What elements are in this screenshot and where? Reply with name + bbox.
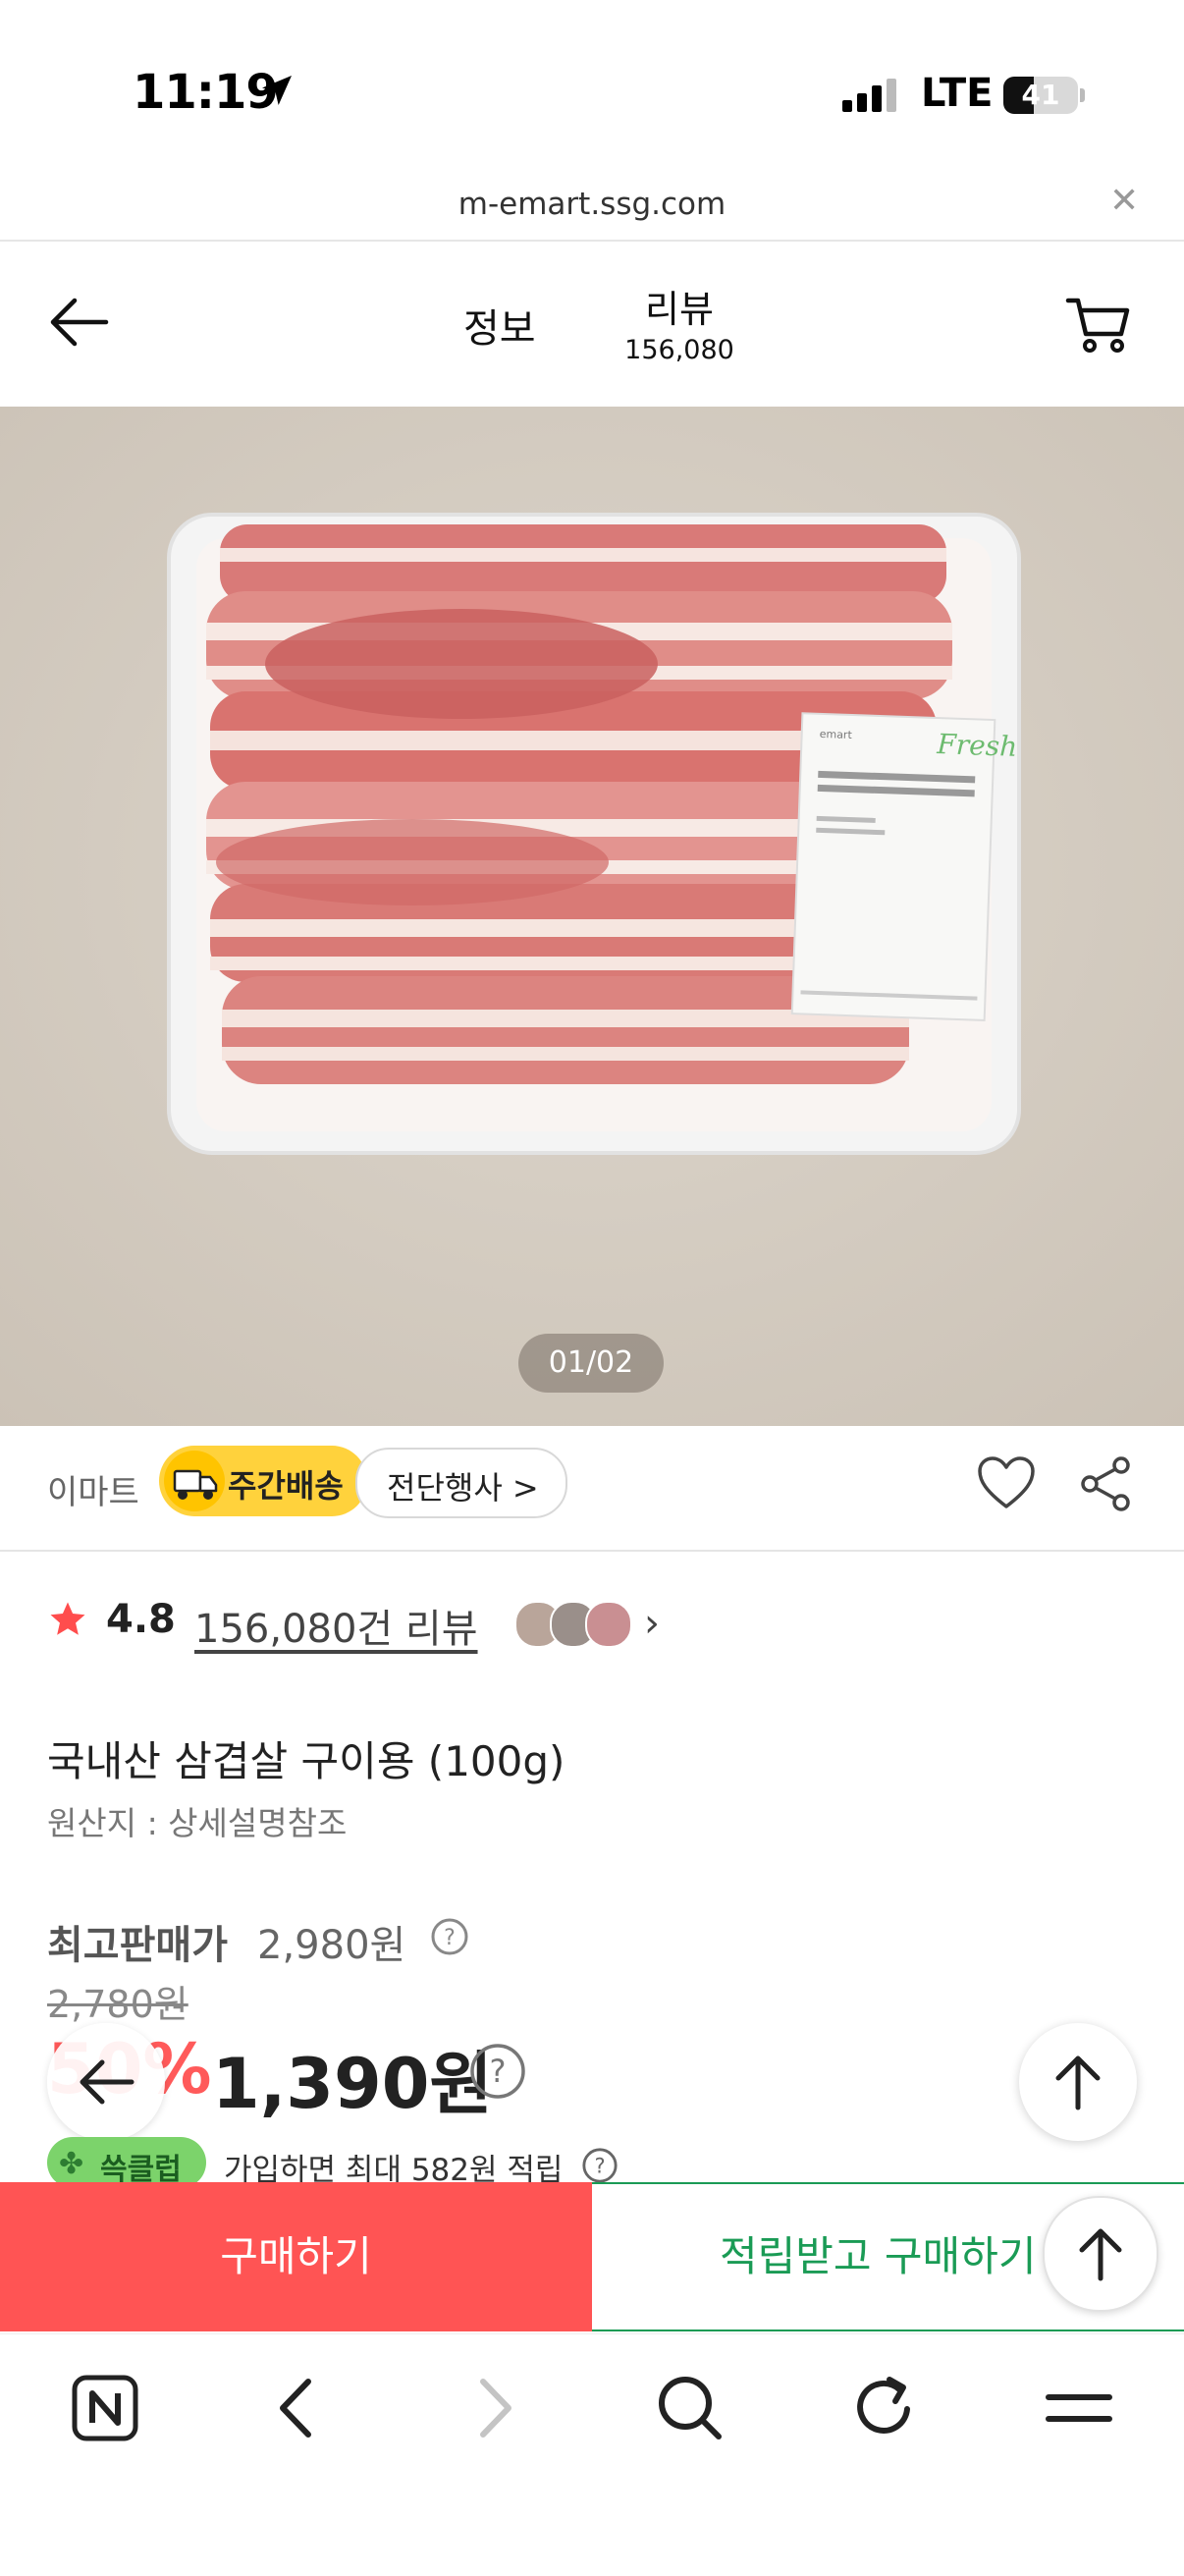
chevron-right-icon[interactable]: › <box>644 1601 660 1646</box>
sale-price: 1,390원 <box>212 2044 493 2124</box>
star-icon <box>47 1599 88 1644</box>
app-header: 정보 리뷰 156,080 <box>0 242 1184 407</box>
ssg-club-badge[interactable]: ✤ 쓱클럽 <box>47 2137 206 2188</box>
tab-review-count: 156,080 <box>624 335 734 365</box>
battery-icon: 41 <box>1003 77 1078 114</box>
purchase-bar: 구매하기 적립받고 구매하기 <box>0 2182 1184 2331</box>
url-bar[interactable]: m-emart.ssg.com ✕ <box>0 175 1184 242</box>
tab-review-label: 리뷰 <box>645 288 714 331</box>
product-origin: 원산지 : 상세설명참조 <box>47 1804 348 1842</box>
help-icon[interactable]: ? <box>430 1917 469 1960</box>
clover-icon: ✤ <box>59 2147 84 2181</box>
flyer-event-link[interactable]: 전단행사 > <box>355 1448 567 1518</box>
max-price-label: 최고판매가 <box>47 1923 228 1968</box>
scroll-top-button[interactable] <box>1019 2023 1137 2141</box>
status-time: 11:19 <box>133 65 279 120</box>
help-icon[interactable]: ? <box>469 2043 526 2104</box>
battery-cap <box>1080 88 1085 102</box>
seller-name[interactable]: 이마트 <box>47 1465 139 1513</box>
svg-text:?: ? <box>594 2155 605 2178</box>
cellular-signal-icon <box>842 79 901 116</box>
delivery-truck-icon <box>163 1450 226 1516</box>
rating-row: 4.8 156,080건 리뷰 › <box>47 1593 1029 1652</box>
pork-belly-photo: emart Fresh <box>0 407 1184 1426</box>
review-count-link[interactable]: 156,080건 리뷰 <box>194 1597 478 1654</box>
product-name: 국내산 삼겹살 구이용 (100g) <box>47 1737 565 1785</box>
cart-icon[interactable] <box>1064 293 1133 359</box>
flyer-event-label: 전단행사 > <box>387 1469 539 1507</box>
earn-and-buy-label: 적립받고 구매하기 <box>720 2232 1037 2280</box>
reviewer-avatar[interactable] <box>585 1601 632 1648</box>
tab-info[interactable]: 정보 <box>463 297 536 354</box>
browser-toolbar <box>0 2333 1184 2576</box>
chevron-right-icon[interactable] <box>469 2374 518 2446</box>
tab-review[interactable]: 리뷰 156,080 <box>619 279 740 365</box>
close-icon[interactable]: ✕ <box>1109 181 1139 221</box>
search-icon[interactable] <box>656 2374 725 2446</box>
svg-text:emart: emart <box>819 728 852 741</box>
floating-back-button[interactable] <box>47 2023 165 2141</box>
naver-home-icon[interactable] <box>71 2374 139 2446</box>
battery-level: 41 <box>1021 79 1060 111</box>
scroll-top-button[interactable] <box>1043 2196 1158 2312</box>
location-arrow-icon <box>257 71 296 114</box>
svg-text:?: ? <box>444 1926 456 1950</box>
svg-text:Fresh: Fresh <box>936 728 1018 763</box>
buy-button[interactable]: 구매하기 <box>0 2182 592 2331</box>
max-price-value: 2,980원 <box>257 1923 406 1968</box>
chevron-left-icon[interactable] <box>273 2374 322 2446</box>
seller-row: 이마트 주간배송 전단행사 > <box>0 1426 1184 1552</box>
weekly-delivery-label: 주간배송 <box>228 1467 344 1505</box>
back-arrow-icon[interactable] <box>47 295 110 354</box>
image-pager: 01/02 <box>518 1334 664 1393</box>
refresh-icon[interactable] <box>850 2374 919 2446</box>
product-image[interactable]: emart Fresh 01/02 <box>0 407 1184 1426</box>
rating-score: 4.8 <box>106 1597 176 1642</box>
original-price: 2,780원 <box>47 1983 188 2026</box>
share-icon[interactable] <box>1078 1455 1133 1516</box>
weekly-delivery-badge[interactable]: 주간배송 <box>159 1446 367 1516</box>
url-text[interactable]: m-emart.ssg.com <box>0 187 1184 222</box>
network-label: LTE <box>921 71 994 116</box>
heart-icon[interactable] <box>976 1455 1037 1514</box>
svg-text:?: ? <box>490 2053 507 2090</box>
menu-icon[interactable] <box>1045 2374 1113 2446</box>
